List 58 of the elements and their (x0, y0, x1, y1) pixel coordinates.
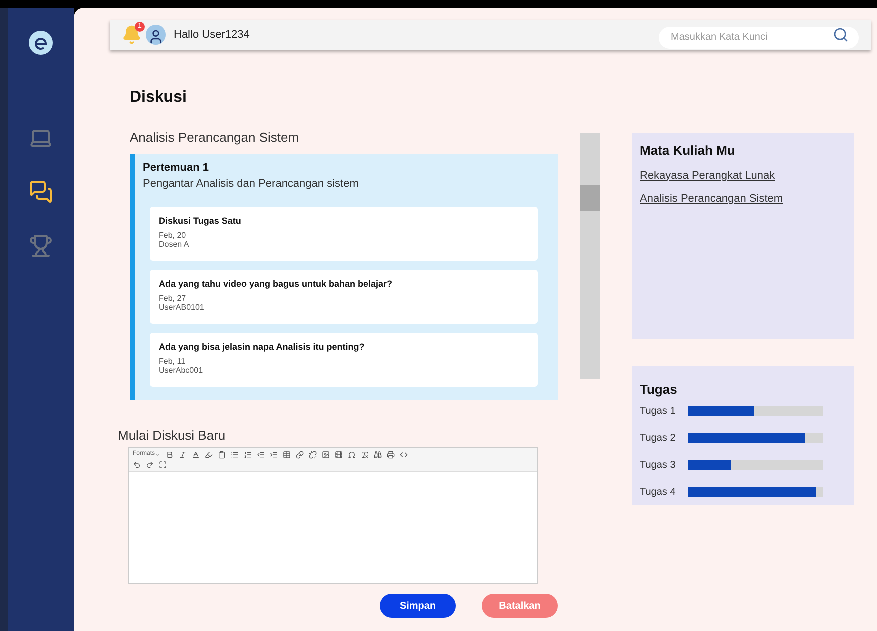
bold-icon[interactable] (166, 450, 174, 458)
text-color-icon[interactable] (192, 450, 200, 458)
binoculars-icon[interactable] (374, 450, 382, 458)
course-link[interactable]: Analisis Perancangan Sistem (640, 191, 846, 208)
video-icon[interactable] (335, 450, 344, 458)
tasks-title: Tugas (640, 381, 678, 399)
thread-date: Feb, 27 (159, 294, 188, 303)
scrollbar[interactable] (580, 133, 600, 379)
thread-author: UserAbc001 (159, 366, 204, 375)
task-label: Tugas 2 (640, 432, 677, 446)
scrollbar-thumb[interactable] (580, 185, 600, 211)
section-title: Mulai Diskusi Baru (118, 426, 227, 444)
thread-title: Ada yang tahu video yang bagus untuk bahan belajar? (159, 278, 394, 291)
thread-card[interactable]: Diskusi Tugas Satu Feb, 20 Dosen A (150, 206, 538, 260)
undo-icon[interactable] (133, 461, 141, 469)
search-icon[interactable] (833, 27, 849, 43)
greeting: Hallo User1234 (174, 28, 250, 43)
paste-icon[interactable] (218, 450, 226, 458)
task-label: Tugas 1 (640, 404, 677, 418)
thread-title: Diskusi Tugas Satu (159, 214, 242, 228)
meeting-subtitle: Pengantar Analisis dan Perancangan sistem (143, 177, 360, 192)
clear-format-icon[interactable] (361, 450, 370, 458)
search-field[interactable]: Masukkan Kata Kunci (659, 26, 859, 48)
numbered-list-icon[interactable] (244, 450, 252, 458)
chat-icon[interactable] (29, 180, 53, 204)
image-icon[interactable] (322, 450, 330, 458)
course-title: Analisis Perancangan Sistem (130, 129, 300, 147)
thread-date: Feb, 20 (159, 231, 188, 240)
caret-icon (155, 452, 162, 458)
meeting-title: Pertemuan 1 (143, 160, 210, 176)
logo-icon (28, 30, 54, 56)
highlight-icon[interactable] (205, 450, 214, 458)
omega-icon[interactable] (348, 450, 356, 458)
unlink-icon[interactable] (309, 450, 318, 458)
thread-date: Feb, 11 (159, 357, 187, 366)
fullscreen-icon[interactable] (159, 461, 167, 469)
outdent-icon[interactable] (257, 450, 266, 458)
thread-title: Ada yang bisa jelasin napa Analisis itu penting? (159, 340, 366, 354)
bullet-list-icon[interactable] (231, 450, 240, 458)
indent-icon[interactable] (270, 450, 278, 458)
courses-title: Mata Kuliah Mu (640, 142, 736, 160)
thread-card[interactable]: Ada yang tahu video yang bagus untuk bahan belajar? Feb, 27 UserAB0101 (150, 270, 538, 324)
link-icon[interactable] (296, 450, 304, 458)
task-label: Tugas 3 (640, 458, 677, 472)
redo-icon[interactable] (146, 461, 154, 469)
thread-author: Dosen A (159, 240, 190, 249)
printer-icon[interactable] (387, 450, 396, 458)
thread-author: UserAB0101 (159, 303, 206, 312)
thread-card[interactable]: Ada yang bisa jelasin napa Analisis itu penting? Feb, 11 UserAbc001 (150, 332, 538, 386)
avatar[interactable] (146, 25, 166, 45)
trophy-icon[interactable] (29, 234, 53, 258)
code-icon[interactable] (400, 450, 408, 458)
table-icon[interactable] (283, 450, 292, 458)
course-link[interactable]: Rekayasa Perangkat Lunak (640, 168, 846, 184)
save-button[interactable]: Simpan (380, 594, 456, 618)
page-title: Diskusi (130, 88, 188, 108)
task-label: Tugas 4 (640, 486, 677, 500)
italic-icon[interactable] (179, 450, 188, 458)
